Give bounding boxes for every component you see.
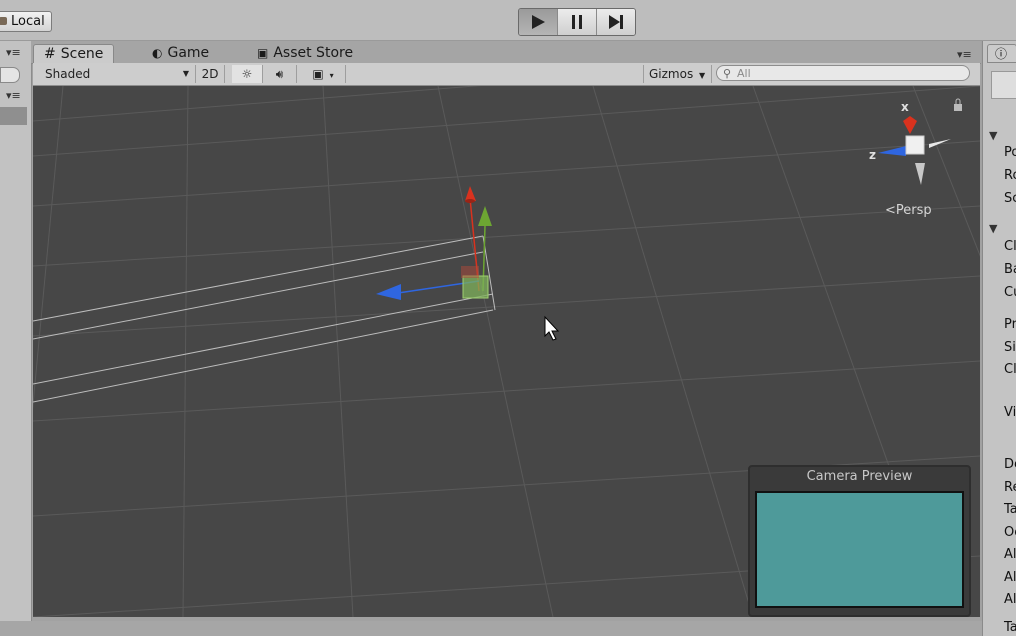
orientation-gizmo[interactable] (878, 116, 951, 185)
gizmos-dropdown[interactable]: Gizmos ▼ (643, 65, 712, 83)
inspector-label: Ba (1004, 262, 1016, 277)
inspector-label: Cl (1004, 362, 1016, 377)
effects-dropdown[interactable]: ▣ ▾ (301, 65, 346, 83)
inspector-label: Al (1004, 547, 1016, 562)
inspector-label: Ta (1004, 502, 1016, 517)
search-icon: ⚲ (723, 67, 732, 80)
tab-scene[interactable]: # Scene (33, 44, 115, 64)
inspector-label: Oc (1004, 525, 1016, 540)
tab-game[interactable]: ◐ Game (152, 44, 209, 63)
audio-toggle[interactable]: 🔊︎ (263, 65, 297, 83)
inspector-label: Al (1004, 570, 1016, 585)
foldout-arrow-icon[interactable]: ▼ (989, 129, 997, 142)
tab-game-label: Game (167, 45, 210, 61)
inspector-label: Sc (1004, 191, 1016, 206)
hierarchy-menu-icon[interactable]: ▾≡ (6, 89, 21, 102)
inspector-label: Al (1004, 592, 1016, 607)
step-icon (609, 15, 623, 29)
play-icon (532, 15, 545, 29)
pacman-icon: ◐ (152, 46, 163, 60)
store-icon: ▣ (257, 46, 269, 60)
scene-toolbar: Shaded ▼ 2D ☼ 🔊︎ ▣ ▾ Gizmos ▼ ⚲ All (33, 63, 980, 86)
inspector-label: Cu (1004, 285, 1016, 300)
dropdown-arrow-icon: ▼ (182, 69, 189, 78)
shading-mode-dropdown[interactable]: Shaded ▼ (39, 65, 196, 83)
playback-controls (518, 8, 636, 36)
local-pivot-button[interactable]: Local (0, 11, 52, 32)
inspector-panel: ⓘ ▼ ▼ Po Ro Sc Cl Ba Cu Pr Si Cl Vi De R… (982, 41, 1016, 636)
local-label: Local (11, 14, 45, 29)
camera-preview-window: Camera Preview (748, 465, 971, 617)
projection-label: Persp (895, 203, 932, 218)
inspector-label: Po (1004, 145, 1016, 160)
mode-2d-toggle[interactable]: 2D (196, 65, 225, 83)
persp-arrow-icon: < (885, 203, 896, 218)
inspector-label: Re (1004, 480, 1016, 495)
camera-frustum (33, 235, 496, 403)
axis-z-label: z (869, 148, 876, 162)
editor-tab-strip: # Scene ◐ Game ▣ Asset Store ▾≡ (31, 41, 981, 64)
mode-2d-label: 2D (201, 67, 219, 81)
foldout-arrow-icon[interactable]: ▼ (989, 222, 997, 235)
tab-asset-store[interactable]: ▣ Asset Store (257, 44, 353, 63)
object-thumbnail (991, 71, 1016, 99)
tab-asset-store-label: Asset Store (273, 45, 354, 61)
scene-viewport[interactable]: x z <Persp Camera Preview (33, 86, 980, 617)
mouse-cursor (544, 315, 560, 341)
pause-button[interactable] (558, 9, 597, 35)
camera-preview-view (755, 491, 964, 608)
bottom-status-bar (0, 621, 982, 636)
inspector-label: Pr (1004, 317, 1016, 332)
hierarchy-selected-row[interactable] (0, 107, 27, 125)
inspector-label: Ro (1004, 168, 1016, 183)
hash-icon: # (44, 46, 56, 62)
info-icon: ⓘ (995, 47, 1008, 61)
inspector-label: Vi (1004, 405, 1016, 420)
inspector-label: Ta (1004, 620, 1016, 635)
cube-icon (0, 17, 7, 25)
gizmos-label: Gizmos (649, 67, 694, 81)
projection-toggle[interactable]: <Persp (885, 203, 932, 218)
image-icon: ▣ (312, 67, 324, 81)
pause-icon (572, 15, 582, 29)
lock-icon[interactable] (954, 98, 962, 111)
speaker-icon: 🔊︎ (275, 67, 284, 81)
panel-menu-icon[interactable]: ▾≡ (6, 46, 21, 59)
camera-preview-title: Camera Preview (806, 469, 913, 484)
scene-search-input[interactable]: ⚲ All (716, 65, 970, 81)
sun-icon: ☼ (241, 67, 253, 81)
tab-scene-label: Scene (60, 46, 104, 62)
shading-mode-label: Shaded (45, 67, 91, 81)
inspector-label: Si (1004, 340, 1016, 355)
hierarchy-search[interactable] (0, 67, 20, 83)
dropdown-arrow-icon: ▼ (699, 71, 706, 80)
hierarchy-panel: ▾≡ ▾≡ (0, 41, 32, 621)
tab-inspector[interactable]: ⓘ (987, 44, 1016, 63)
search-placeholder: All (737, 67, 751, 80)
inspector-label: Cl (1004, 239, 1016, 254)
lighting-toggle[interactable]: ☼ (232, 65, 263, 83)
axis-x-label: x (901, 100, 909, 114)
play-button[interactable] (519, 9, 558, 35)
tab-menu-icon[interactable]: ▾≡ (957, 48, 972, 61)
step-button[interactable] (597, 9, 635, 35)
top-toolbar: Local (0, 0, 1016, 41)
dropdown-arrow-icon: ▾ (329, 71, 334, 80)
inspector-label: De (1004, 457, 1016, 472)
